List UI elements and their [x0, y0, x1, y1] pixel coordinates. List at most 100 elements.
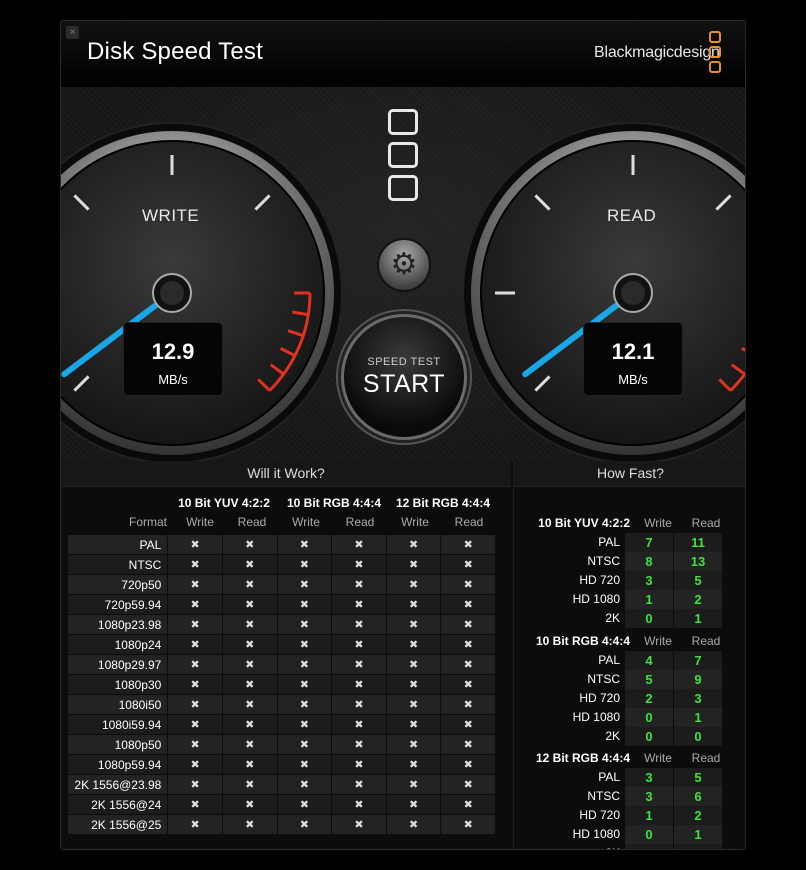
- read-speed-value: 12.1: [611, 339, 655, 364]
- fail-x-icon: ✖: [441, 815, 495, 834]
- table-row: 1080p29.97 ✖ ✖ ✖ ✖ ✖ ✖: [68, 655, 495, 675]
- row-label: PAL: [598, 770, 620, 784]
- write-fps-value: 3: [625, 571, 673, 590]
- table-row: 1080p59.94 ✖ ✖ ✖ ✖ ✖ ✖: [68, 755, 495, 775]
- fail-x-icon: ✖: [441, 655, 495, 674]
- format-label: 1080p50: [68, 735, 168, 754]
- fail-x-icon: ✖: [168, 795, 222, 814]
- fail-x-icon: ✖: [277, 595, 332, 614]
- write-fps-value: 0: [625, 708, 673, 727]
- how-fast-group-name: 10 Bit YUV 4:2:2: [538, 516, 630, 530]
- table-row: 2K 1556@25 ✖ ✖ ✖ ✖ ✖ ✖: [68, 815, 495, 835]
- how-fast-group-name: 10 Bit RGB 4:4:4: [535, 634, 630, 648]
- format-label: 2K 1556@24: [68, 795, 168, 814]
- fail-x-icon: ✖: [168, 615, 222, 634]
- row-label: NTSC: [587, 554, 620, 568]
- read-fps-value: 1: [674, 708, 722, 727]
- start-button-label: START: [362, 370, 446, 398]
- column-header-read: Read: [691, 516, 721, 530]
- table-row: 1080i59.94 ✖ ✖ ✖ ✖ ✖ ✖: [68, 715, 495, 735]
- fail-x-icon: ✖: [222, 775, 277, 794]
- table-row: HD 720 1 2: [514, 806, 745, 825]
- read-fps-value: 1: [674, 825, 722, 844]
- fail-x-icon: ✖: [277, 615, 332, 634]
- column-header-write: Write: [186, 515, 214, 529]
- fail-x-icon: ✖: [332, 735, 386, 754]
- fail-x-icon: ✖: [222, 675, 277, 694]
- gear-icon: ⚙: [390, 248, 418, 281]
- fail-x-icon: ✖: [277, 775, 332, 794]
- fail-x-icon: ✖: [386, 675, 441, 694]
- format-label: 1080p59.94: [68, 755, 168, 774]
- brand-name: Blackmagicdesign: [594, 44, 720, 61]
- fail-x-icon: ✖: [386, 575, 441, 594]
- target-drive-indicator-icon[interactable]: [388, 109, 420, 209]
- fail-x-icon: ✖: [168, 775, 222, 794]
- how-fast-group: 10 Bit YUV 4:2:2 Write Read PAL 7 11 NTSC 8 13 HD…: [514, 513, 745, 628]
- format-label: 1080p30: [68, 675, 168, 694]
- format-label: 1080i50: [68, 695, 168, 714]
- fail-x-icon: ✖: [222, 555, 277, 574]
- fail-x-icon: ✖: [277, 795, 332, 814]
- column-header-read: Read: [345, 515, 375, 529]
- format-label: PAL: [68, 535, 168, 554]
- write-fps-value: 1: [625, 806, 673, 825]
- fail-x-icon: ✖: [441, 755, 495, 774]
- read-fps-value: 5: [674, 571, 722, 590]
- fail-x-icon: ✖: [332, 795, 386, 814]
- fail-x-icon: ✖: [222, 535, 277, 554]
- row-label: HD 720: [579, 573, 620, 587]
- format-label: 1080p24: [68, 635, 168, 654]
- write-fps-value: 3: [625, 787, 673, 806]
- table-row: 720p50 ✖ ✖ ✖ ✖ ✖ ✖: [68, 575, 495, 595]
- column-header-read: Read: [691, 751, 721, 765]
- fail-x-icon: ✖: [168, 535, 222, 554]
- row-label: HD 720: [579, 808, 620, 822]
- table-row: 2K 1556@23.98 ✖ ✖ ✖ ✖ ✖ ✖: [68, 775, 495, 795]
- format-label: 2K 1556@23.98: [68, 775, 168, 794]
- column-header-read: Read: [691, 634, 721, 648]
- read-fps-value: 3: [674, 689, 722, 708]
- fail-x-icon: ✖: [277, 635, 332, 654]
- write-fps-value: 7: [625, 533, 673, 552]
- fail-x-icon: ✖: [441, 555, 495, 574]
- will-it-work-panel: Will it Work? 10 Bit YUV 4:2:2 10 Bit RG…: [61, 461, 511, 849]
- fail-x-icon: ✖: [332, 715, 386, 734]
- title-bar: × Disk Speed Test Blackmagicdesign: [61, 21, 745, 87]
- settings-gear-button[interactable]: ⚙: [377, 238, 431, 292]
- fail-x-icon: ✖: [386, 615, 441, 634]
- table-row: 720p59.94 ✖ ✖ ✖ ✖ ✖ ✖: [68, 595, 495, 615]
- fail-x-icon: ✖: [222, 735, 277, 754]
- write-fps-value: 0: [625, 609, 673, 628]
- row-label: 2K: [605, 729, 620, 743]
- fail-x-icon: ✖: [332, 595, 386, 614]
- read-fps-value: 11: [674, 533, 722, 552]
- column-header-read: Read: [237, 515, 267, 529]
- fail-x-icon: ✖: [168, 815, 222, 834]
- row-label: 2K: [605, 611, 620, 625]
- fail-x-icon: ✖: [332, 815, 386, 834]
- row-label: 2K: [514, 844, 624, 849]
- fail-x-icon: ✖: [222, 655, 277, 674]
- will-it-work-title: Will it Work?: [61, 461, 511, 487]
- write-fps-value: 2: [625, 689, 673, 708]
- write-fps-value: 3: [625, 768, 673, 787]
- close-button[interactable]: ×: [66, 26, 79, 39]
- read-fps-value: 0: [674, 844, 722, 849]
- fail-x-icon: ✖: [441, 615, 495, 634]
- read-fps-value: 1: [674, 609, 722, 628]
- table-row: HD 1080 0 1: [514, 825, 745, 844]
- write-fps-value: 1: [625, 590, 673, 609]
- format-label: 1080p29.97: [68, 655, 168, 674]
- how-fast-title: How Fast?: [514, 461, 745, 487]
- write-fps-value: 4: [625, 651, 673, 670]
- group-header-yuv422: 10 Bit YUV 4:2:2: [178, 496, 270, 510]
- fail-x-icon: ✖: [386, 715, 441, 734]
- fail-x-icon: ✖: [332, 695, 386, 714]
- table-row: 1080p23.98 ✖ ✖ ✖ ✖ ✖ ✖: [68, 615, 495, 635]
- fail-x-icon: ✖: [168, 675, 222, 694]
- row-label: PAL: [598, 653, 620, 667]
- fail-x-icon: ✖: [332, 675, 386, 694]
- how-fast-group-name: 12 Bit RGB 4:4:4: [535, 751, 630, 765]
- start-button[interactable]: SPEED TEST START: [341, 314, 467, 440]
